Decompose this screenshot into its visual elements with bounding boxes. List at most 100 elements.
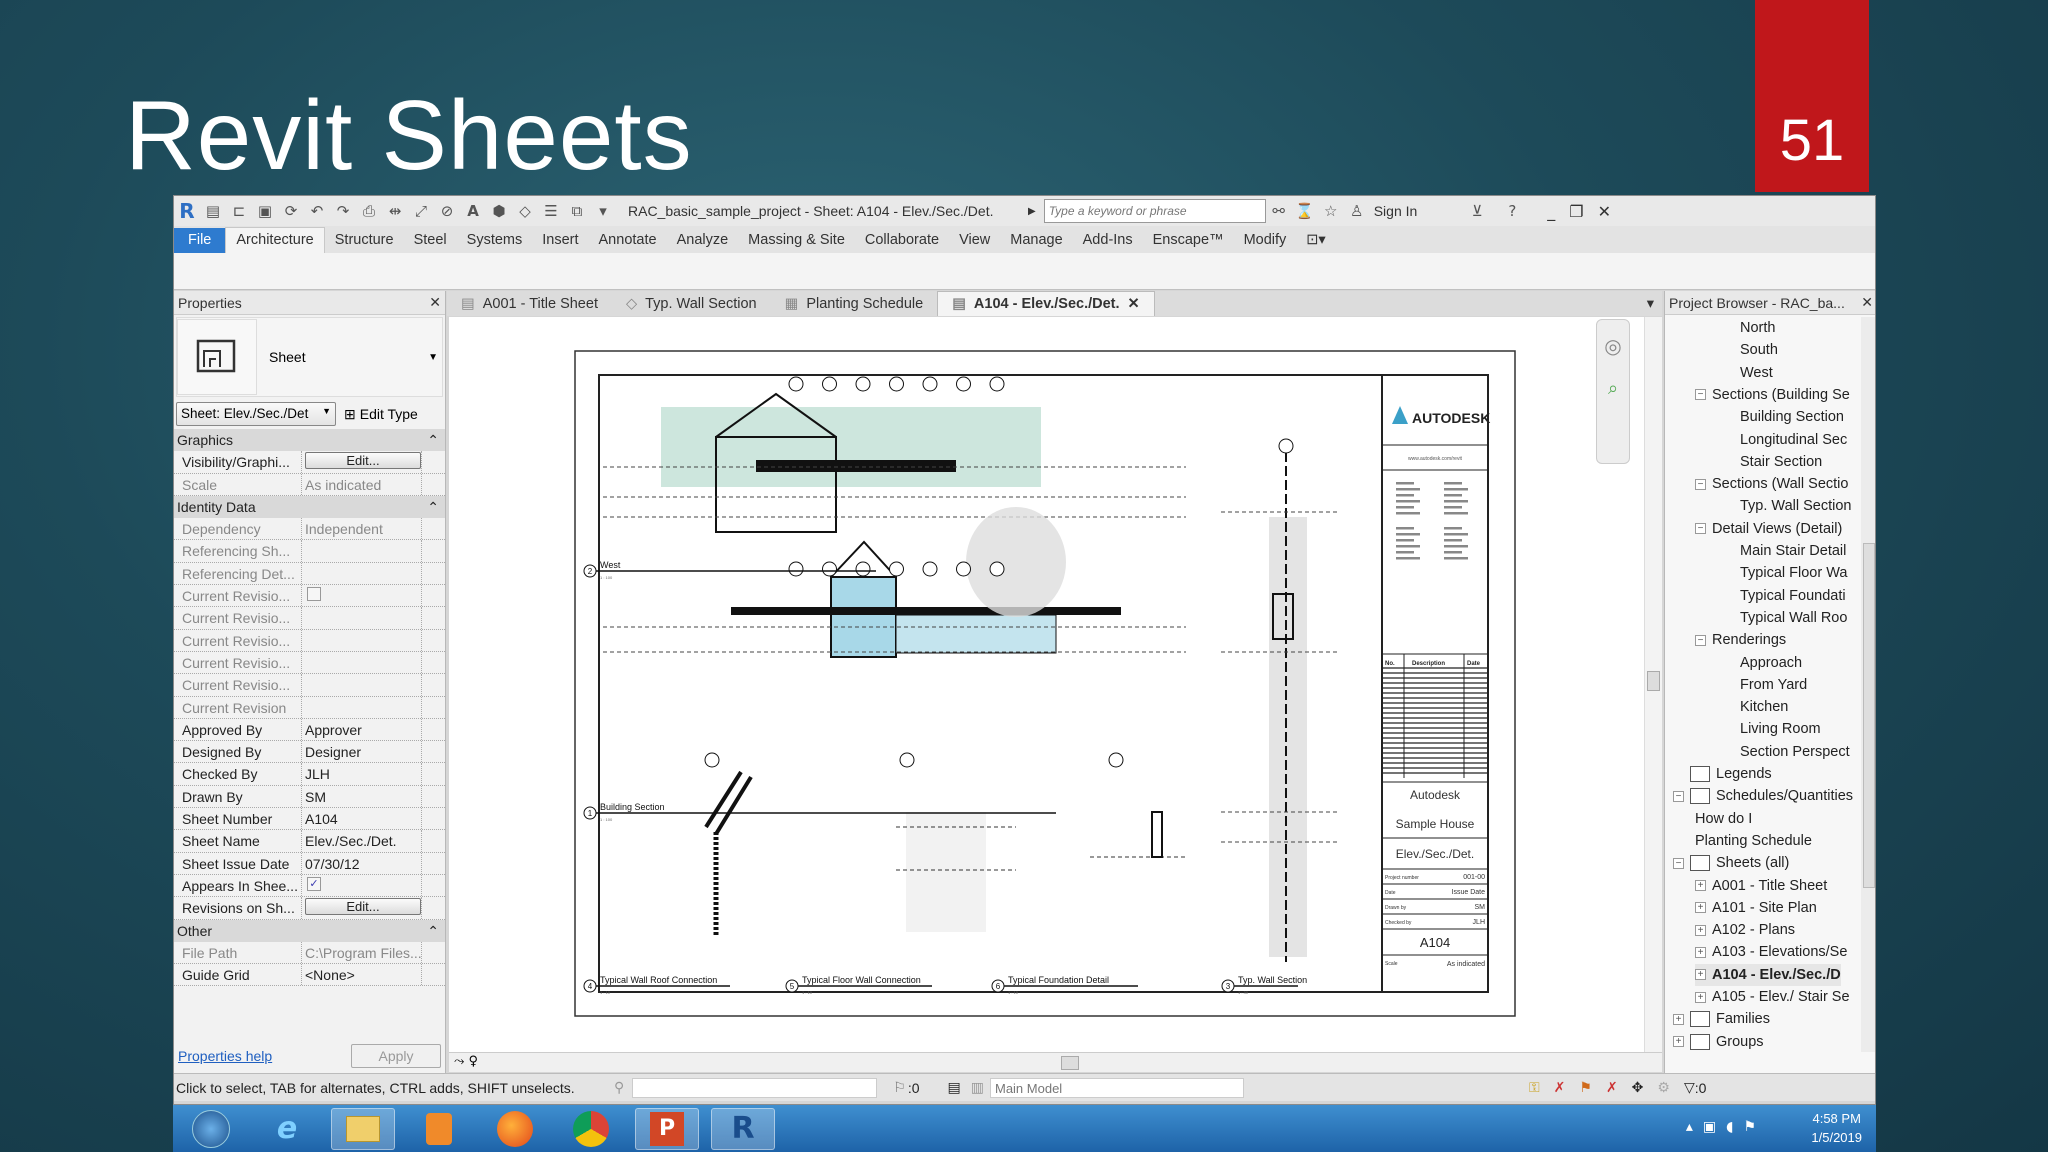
property-group-other[interactable]: Other ⌃ — [174, 919, 445, 942]
edit-button[interactable]: Edit... — [305, 898, 421, 916]
browser-item[interactable]: Stair Section — [1740, 451, 1822, 473]
view-tab[interactable]: ▦ Planting Schedule — [771, 292, 938, 316]
switch-windows-icon[interactable]: ⧉ — [567, 201, 587, 221]
sync-icon[interactable]: ⟳ — [281, 201, 301, 221]
property-value[interactable]: Designer — [302, 741, 422, 763]
vertical-scrollbar[interactable] — [1644, 317, 1662, 1052]
property-value[interactable]: SM — [302, 785, 422, 808]
collapse-icon[interactable]: − — [1695, 634, 1706, 646]
view-control-icon[interactable]: ⤳ ♀ — [454, 1054, 478, 1070]
browser-item[interactable]: Living Room — [1740, 718, 1821, 740]
close-tab-icon[interactable]: ✕ — [1128, 296, 1140, 312]
measure-icon[interactable]: ⇹ — [385, 201, 405, 221]
collapse-icon[interactable]: ⌃ — [427, 498, 439, 518]
ribbon-tab-add-ins[interactable]: Add-Ins — [1073, 228, 1143, 253]
view-tab[interactable]: ▤ A001 - Title Sheet — [447, 292, 612, 316]
edit-type-button[interactable]: Edit Type — [360, 406, 418, 422]
close-window-button[interactable]: ✕ — [1598, 202, 1611, 221]
browser-item[interactable]: Approach — [1740, 652, 1802, 674]
ribbon-tab-structure[interactable]: Structure — [325, 228, 404, 253]
ribbon-tab-modify[interactable]: Modify — [1234, 228, 1297, 253]
browser-item[interactable]: Section Perspect — [1740, 741, 1850, 763]
browser-item[interactable]: Typ. Wall Section — [1740, 495, 1851, 517]
design-options-icon[interactable]: ⚐ — [893, 1079, 906, 1096]
subscription-icon[interactable]: ⌛ — [1295, 201, 1315, 221]
filter-icon[interactable]: ▽ — [1684, 1079, 1695, 1096]
browser-item[interactable]: Planting Schedule — [1695, 830, 1812, 852]
zoom-icon[interactable]: ⌕ — [1597, 378, 1629, 400]
revit-app-icon[interactable]: R — [177, 201, 197, 221]
property-value[interactable]: Elev./Sec./Det. — [302, 830, 422, 852]
property-value[interactable]: <None> — [302, 964, 422, 986]
print-icon[interactable]: ⎙ — [359, 201, 379, 221]
ribbon-tab-annotate[interactable]: Annotate — [589, 228, 667, 253]
browser-item[interactable]: + Families — [1673, 1008, 1770, 1030]
ribbon-tab-manage[interactable]: Manage — [1000, 228, 1072, 253]
design-option-icon[interactable]: ▤ — [948, 1079, 961, 1096]
chevron-down-icon[interactable]: ▼ — [428, 352, 438, 363]
open-icon[interactable]: ⊏ — [229, 201, 249, 221]
browser-item[interactable]: Typical Wall Roo — [1740, 607, 1847, 629]
ribbon-tab-view[interactable]: View — [949, 228, 1000, 253]
scroll-thumb[interactable] — [1061, 1056, 1079, 1070]
steering-wheel-icon[interactable]: ◎ — [1597, 334, 1629, 358]
close-icon[interactable]: ✕ — [1861, 294, 1873, 311]
revit-icon[interactable]: R — [711, 1107, 775, 1150]
save-icon[interactable]: ▣ — [255, 201, 275, 221]
workset-dropdown[interactable] — [632, 1077, 878, 1098]
expand-icon[interactable]: + — [1695, 880, 1706, 891]
ribbon-tab-enscape-[interactable]: Enscape™ — [1143, 228, 1234, 253]
edit-button[interactable]: Edit... — [305, 452, 421, 470]
property-value[interactable]: 07/30/12 — [302, 852, 422, 874]
browser-item[interactable]: − Schedules/Quantities — [1673, 785, 1853, 807]
view-tab[interactable]: ▤ A104 - Elev./Sec./Det. ✕ — [937, 291, 1155, 316]
ribbon-tab-file[interactable]: File — [174, 228, 226, 253]
collapse-icon[interactable]: − — [1673, 857, 1684, 869]
collapse-icon[interactable]: − — [1673, 790, 1684, 802]
dimension-icon[interactable]: ⤢ — [411, 201, 431, 221]
ribbon-tab-collaborate[interactable]: Collaborate — [855, 228, 949, 253]
design-option-dropdown[interactable]: Main Model — [989, 1077, 1244, 1098]
apply-button[interactable]: Apply — [351, 1044, 441, 1068]
thin-lines-icon[interactable]: ☰ — [541, 201, 561, 221]
expand-icon[interactable]: + — [1673, 1036, 1684, 1048]
drawing-area[interactable]: AUTODESK www.autodesk.com/revit No. Descrip… — [449, 317, 1662, 1052]
worksets-icon[interactable]: ⚲ — [614, 1079, 624, 1096]
browser-item[interactable]: − Renderings — [1695, 629, 1786, 651]
minimize-button[interactable]: _ — [1547, 202, 1555, 221]
checkbox[interactable]: ✓ — [307, 876, 321, 891]
expand-icon[interactable]: + — [1695, 924, 1706, 936]
browser-item[interactable]: Kitchen — [1740, 696, 1788, 718]
3d-view-icon[interactable]: ⬢ — [489, 201, 509, 221]
collapse-icon[interactable]: − — [1695, 478, 1706, 490]
type-selector-preview[interactable]: Sheet ▼ — [176, 317, 443, 397]
redo-icon[interactable]: ↷ — [333, 201, 353, 221]
browser-item[interactable]: + A105 - Elev./ Stair Se — [1695, 986, 1850, 1008]
view-tab[interactable]: ◇ Typ. Wall Section — [612, 292, 771, 316]
browser-item[interactable]: Typical Floor Wa — [1740, 562, 1847, 584]
select-links-icon[interactable]: ⚿ — [1529, 1079, 1540, 1096]
restore-button[interactable]: ❐ — [1569, 202, 1583, 221]
browser-scrollbar[interactable] — [1861, 317, 1875, 1052]
collapse-icon[interactable]: ⌃ — [427, 922, 439, 942]
home-icon[interactable]: ▤ — [203, 201, 223, 221]
browser-item[interactable]: + A104 - Elev./Sec./D — [1695, 963, 1841, 986]
customize-qat-icon[interactable]: ▾ — [593, 201, 613, 221]
navigation-bar[interactable]: ◎ ⌕ — [1596, 319, 1630, 464]
property-value[interactable]: Edit... — [302, 897, 422, 919]
text-icon[interactable]: A — [463, 201, 483, 221]
browser-item[interactable]: − Sections (Wall Sectio — [1695, 473, 1848, 495]
browser-item[interactable]: − Detail Views (Detail) — [1695, 518, 1842, 540]
start-button[interactable] — [179, 1108, 243, 1150]
ribbon-tab-massing-site[interactable]: Massing & Site — [738, 228, 855, 253]
tag-icon[interactable]: ⊘ — [437, 201, 457, 221]
property-value[interactable]: Edit... — [302, 451, 422, 473]
collapse-icon[interactable]: − — [1695, 389, 1706, 401]
section-icon[interactable]: ◇ — [515, 201, 535, 221]
browser-item[interactable]: + Groups — [1673, 1031, 1764, 1052]
undo-icon[interactable]: ↶ — [307, 201, 327, 221]
ribbon-tab-analyze[interactable]: Analyze — [667, 228, 739, 253]
browser-item[interactable]: + A101 - Site Plan — [1695, 897, 1817, 919]
property-value[interactable]: ✓ — [302, 874, 422, 897]
browser-item[interactable]: + A001 - Title Sheet — [1695, 875, 1827, 897]
